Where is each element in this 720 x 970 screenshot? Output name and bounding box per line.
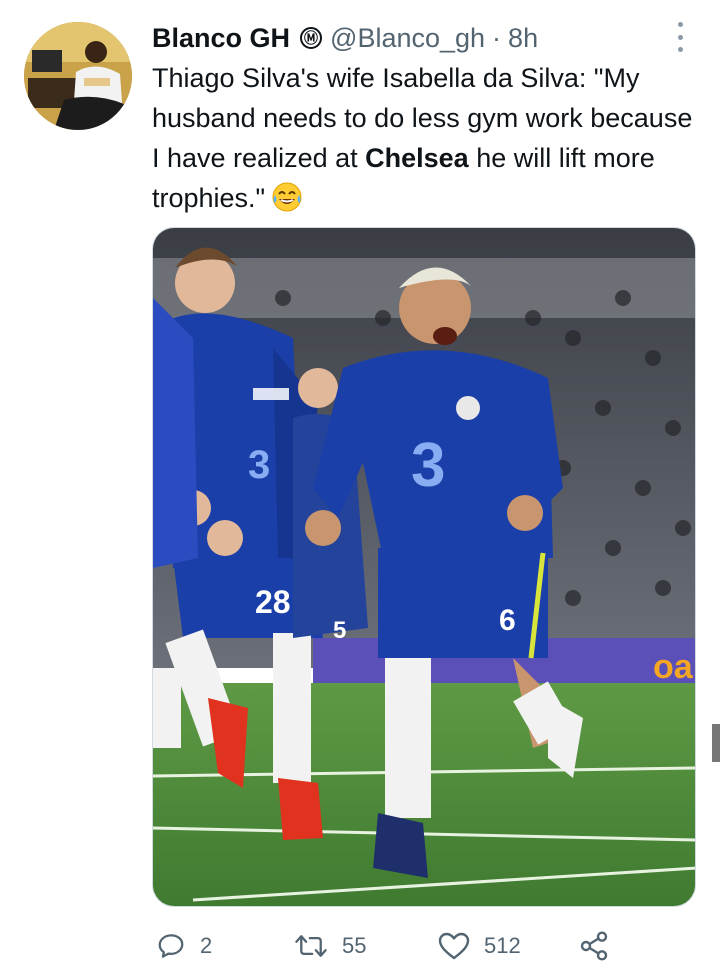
reply-icon: [158, 934, 184, 958]
reply-count: 2: [200, 933, 213, 958]
tweet-text: Thiago Silva's wife Isabella da Silva: "…: [152, 58, 702, 218]
retweet-icon: [295, 935, 327, 957]
shirt-number: 28: [255, 584, 291, 620]
shirt-number: 6: [499, 604, 516, 637]
tweet-photo[interactable]: oa 3 28 5 3 6: [152, 227, 696, 907]
shirt-sponsor-glyph: 3: [248, 443, 270, 487]
tweet-header: Blanco GH Ⓜ @Blanco_gh · 8h: [152, 18, 690, 58]
scrollbar[interactable]: [712, 724, 720, 762]
author-handle[interactable]: @Blanco_gh: [330, 23, 485, 54]
share-icon: [580, 931, 608, 961]
shirt-sponsor-glyph: 3: [411, 431, 445, 500]
separator: ·: [492, 22, 502, 53]
avatar[interactable]: [24, 22, 132, 130]
timestamp[interactable]: 8h: [508, 23, 538, 54]
shirt-number: 5: [333, 617, 346, 644]
retweet-count: 55: [342, 933, 367, 958]
like-button[interactable]: 512: [438, 931, 521, 961]
reply-button[interactable]: 2: [156, 931, 212, 961]
tweet-actions: 2 55 512: [152, 925, 622, 967]
author-name[interactable]: Blanco GH: [152, 23, 290, 54]
share-button[interactable]: [578, 930, 610, 962]
face-with-tears-of-joy-emoji: [271, 181, 303, 213]
heart-icon: [438, 932, 470, 960]
svg-text:oa: oa: [653, 648, 694, 686]
tweet-text-bold: Chelsea: [365, 143, 469, 173]
retweet-button[interactable]: 55: [294, 931, 366, 961]
more-options-icon[interactable]: [670, 22, 690, 52]
badge-icon: Ⓜ: [300, 27, 323, 49]
like-count: 512: [484, 933, 521, 958]
